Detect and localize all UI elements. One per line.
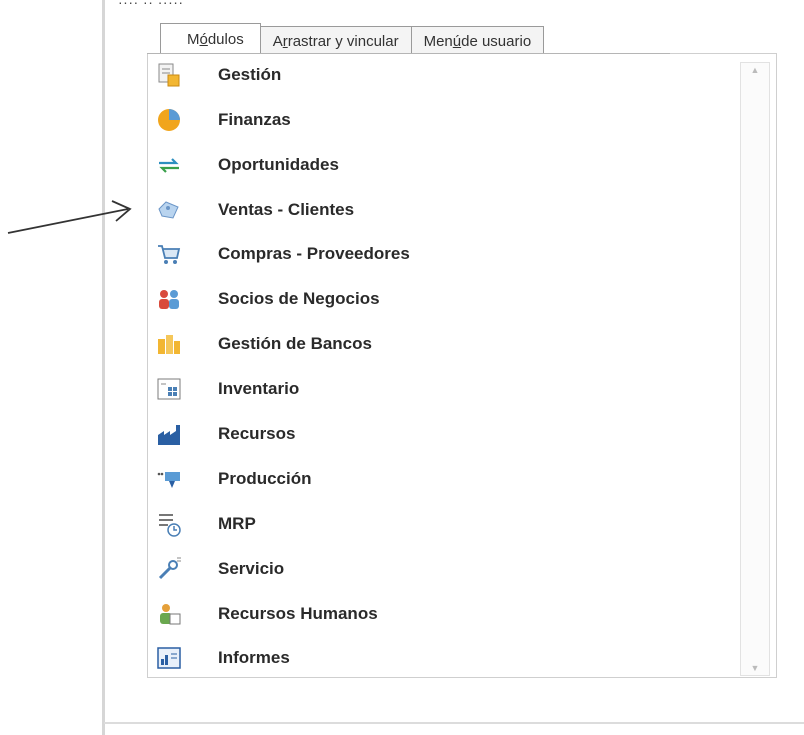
tab-arrastrar-vincular[interactable]: Ar rastrar y vincular <box>259 26 412 55</box>
module-label: Compras - Proveedores <box>218 244 410 263</box>
vertical-scrollbar[interactable]: ▲ ▼ <box>740 62 770 676</box>
service-icon <box>158 557 181 580</box>
top-caption: ···· ·· ····· <box>118 0 184 10</box>
tab-label-mnemonic: ú <box>452 32 462 50</box>
business-partners-icon <box>159 290 179 309</box>
inventory-icon <box>157 378 181 400</box>
scroll-down-arrow-icon[interactable]: ▼ <box>741 661 769 675</box>
module-ventas-clientes[interactable]: Ventas - Clientes <box>148 193 738 227</box>
reports-icon <box>157 647 181 669</box>
module-finanzas[interactable]: Finanzas <box>148 103 738 137</box>
module-label: Ventas - Clientes <box>218 200 355 219</box>
ventas-clientes-icon <box>158 201 179 219</box>
banks-icon <box>158 335 180 354</box>
module-socios-negocios[interactable]: Socios de Negocios <box>148 282 738 316</box>
tab-menu-usuario[interactable]: Men ú de usuario <box>410 26 545 55</box>
module-recursos-humanos[interactable]: Recursos Humanos <box>148 597 738 631</box>
module-informes[interactable]: Informes <box>148 641 738 675</box>
module-label: MRP <box>218 514 256 533</box>
module-produccion[interactable]: Producción <box>148 462 738 496</box>
scroll-up-arrow-icon[interactable]: ▲ <box>741 63 769 77</box>
resources-icon <box>158 425 180 445</box>
module-label: Inventario <box>218 379 300 398</box>
module-mrp[interactable]: MRP <box>148 507 738 541</box>
module-inventario[interactable]: Inventario <box>148 372 738 406</box>
module-label: Producción <box>218 469 312 488</box>
module-label: Socios de Negocios <box>218 289 380 308</box>
pointer-arrow-annotation <box>7 200 132 234</box>
tab-label-pre: M <box>187 31 200 48</box>
module-label: Gestión de Bancos <box>218 334 372 353</box>
module-recursos[interactable]: Recursos <box>148 417 738 451</box>
module-gestion[interactable]: Gestión <box>148 58 738 92</box>
oportunidades-icon <box>159 158 179 173</box>
module-label: Recursos <box>218 424 296 443</box>
module-label: Servicio <box>218 559 285 578</box>
module-servicio[interactable]: Servicio <box>148 552 738 586</box>
module-label: Gestión <box>218 65 282 84</box>
tab-panel-border <box>147 53 670 54</box>
shopping-cart-icon <box>158 245 181 264</box>
production-icon <box>157 472 180 488</box>
tab-label-pre: A <box>272 32 283 50</box>
tab-modulos[interactable]: Mó dulos <box>160 23 261 55</box>
tab-label-post: dulos <box>207 31 244 48</box>
tab-label-pre: Men <box>423 32 453 50</box>
tab-label-mnemonic: ó <box>199 31 208 48</box>
mrp-icon <box>159 514 181 537</box>
bottom-divider <box>104 722 804 724</box>
module-label: Finanzas <box>218 110 291 129</box>
left-divider <box>102 0 105 735</box>
finanzas-icon <box>158 109 180 131</box>
module-gestion-bancos[interactable]: Gestión de Bancos <box>148 327 738 361</box>
modules-panel: Gestión Finanzas Oportunidades Ventas - … <box>147 53 777 678</box>
tab-label-post: de usuario <box>461 32 532 50</box>
tab-bar: Mó dulos Ar rastrar y vincular Men ú de usu… <box>160 23 545 55</box>
module-label: Oportunidades <box>218 155 339 174</box>
module-oportunidades[interactable]: Oportunidades <box>148 148 738 182</box>
gestion-icon <box>158 63 180 87</box>
module-label: Informes <box>218 648 290 667</box>
module-compras-proveedores[interactable]: Compras - Proveedores <box>148 237 738 271</box>
human-resources-icon <box>160 604 181 625</box>
tab-label-post: rastrar y vincular <box>287 32 399 50</box>
module-label: Recursos Humanos <box>218 604 378 623</box>
